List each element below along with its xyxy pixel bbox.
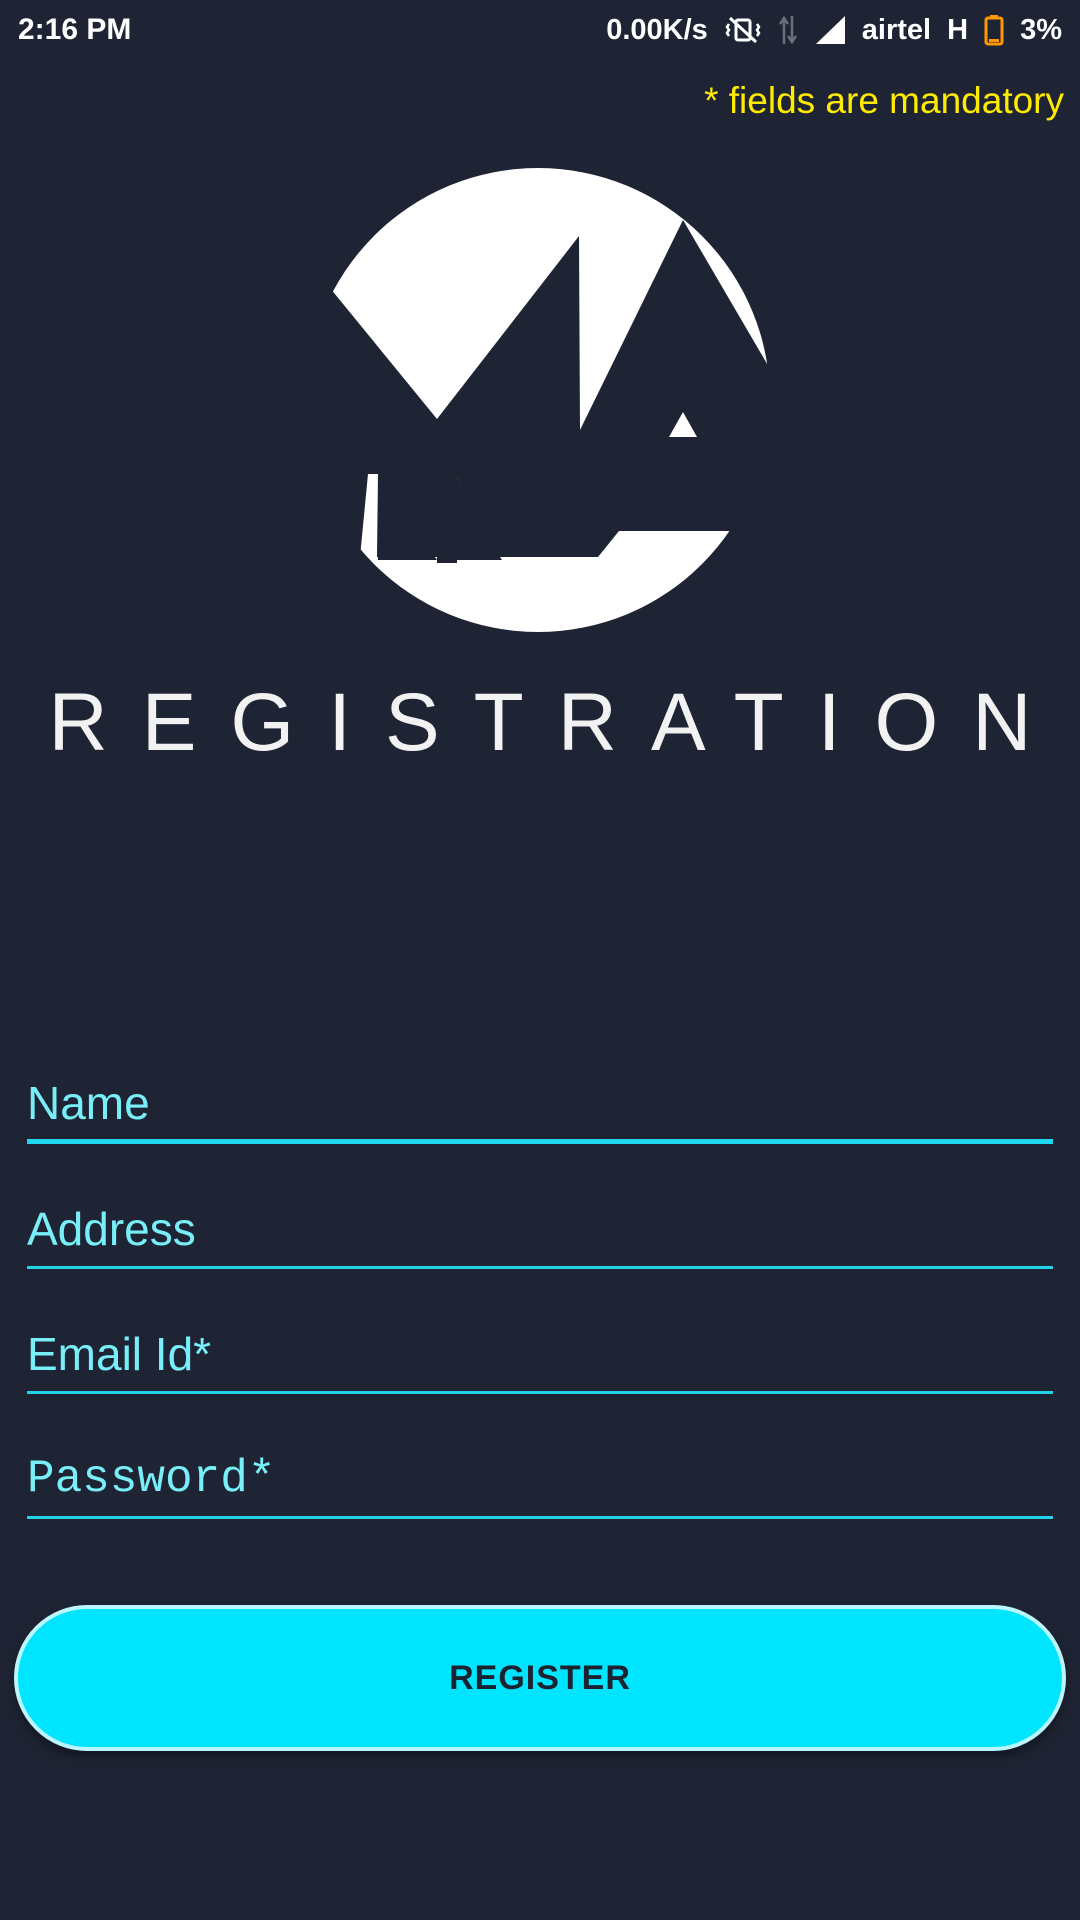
mandatory-note: * fields are mandatory	[704, 80, 1064, 121]
email-field[interactable]	[27, 1322, 1053, 1394]
password-field-container	[27, 1447, 1053, 1519]
mountain-logo-icon	[306, 168, 770, 638]
name-field[interactable]	[27, 1072, 1053, 1144]
battery-low-icon	[984, 14, 1004, 46]
address-field[interactable]	[27, 1197, 1053, 1269]
status-icons: 0.00K/s airtel H 3%	[606, 12, 1062, 48]
signal-icon	[814, 15, 846, 45]
register-button-label: REGISTER	[449, 1658, 631, 1697]
data-transfer-icon	[778, 14, 798, 46]
network-type: H	[947, 13, 969, 46]
network-speed: 0.00K/s	[606, 13, 708, 46]
register-button[interactable]: REGISTER	[14, 1605, 1066, 1751]
vibrate-off-icon	[724, 15, 762, 45]
status-time: 2:16 PM	[18, 13, 132, 46]
status-bar: 2:16 PM 0.00K/s airtel H 3%	[0, 0, 1080, 62]
name-field-container	[27, 1072, 1053, 1144]
registration-title: REGISTRATION	[48, 677, 1066, 768]
carrier-name: airtel	[861, 13, 932, 46]
battery-percent: 3%	[1020, 13, 1062, 46]
address-field-container	[27, 1197, 1053, 1269]
password-field[interactable]	[27, 1447, 1053, 1519]
email-field-container	[27, 1322, 1053, 1394]
